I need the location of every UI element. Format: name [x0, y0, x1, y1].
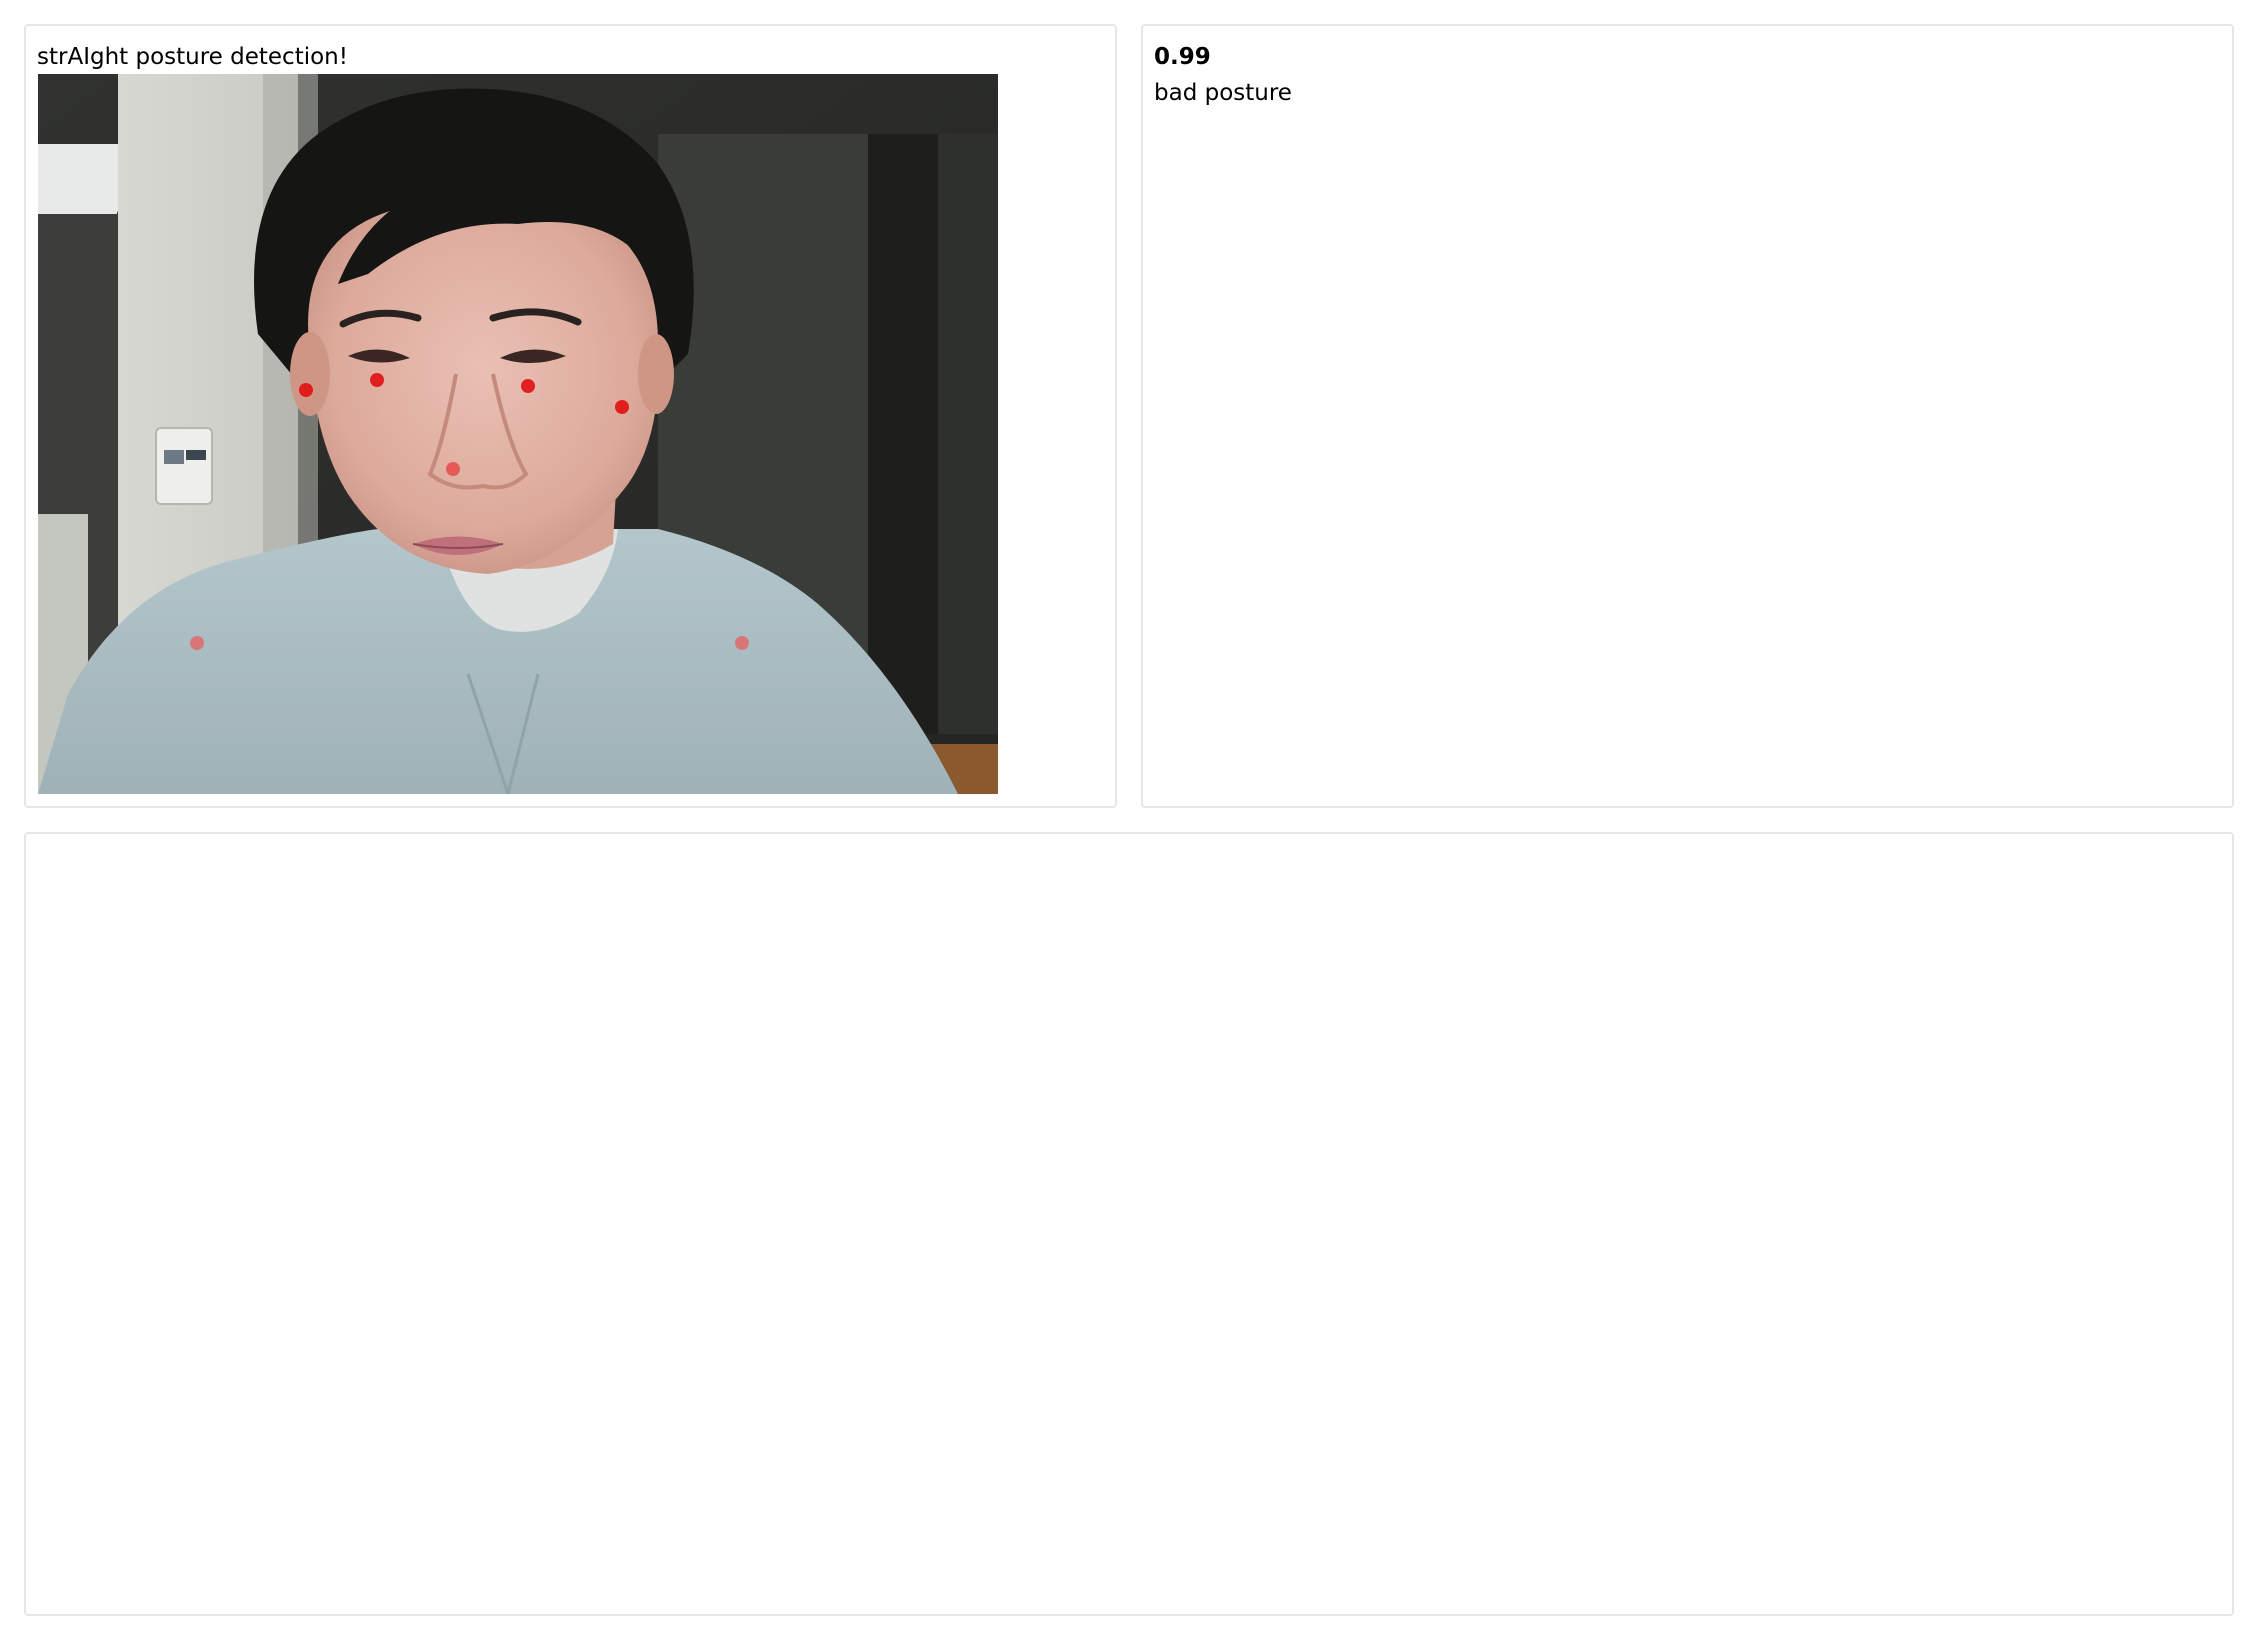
wall-edge	[938, 134, 998, 734]
webcam-feed	[38, 74, 998, 794]
video-panel: strAIght posture detection!	[24, 24, 1117, 808]
right-ear-shape	[638, 334, 674, 414]
keypoint-left-shoulder	[190, 636, 204, 650]
bottom-panel	[24, 832, 2234, 1616]
keypoint-left-eye	[370, 373, 384, 387]
app-title: strAIght posture detection!	[37, 44, 348, 70]
left-ear-shape	[290, 332, 330, 416]
keypoint-right-ear	[615, 400, 629, 414]
posture-score: 0.99	[1154, 44, 1211, 70]
posture-label: bad posture	[1154, 80, 1292, 106]
keypoint-left-ear	[299, 383, 313, 397]
keypoint-nose	[446, 462, 460, 476]
door-frame	[868, 134, 938, 734]
thermostat	[155, 427, 213, 505]
result-panel: 0.99 bad posture	[1141, 24, 2234, 808]
keypoint-right-shoulder	[735, 636, 749, 650]
keypoint-right-eye	[521, 379, 535, 393]
